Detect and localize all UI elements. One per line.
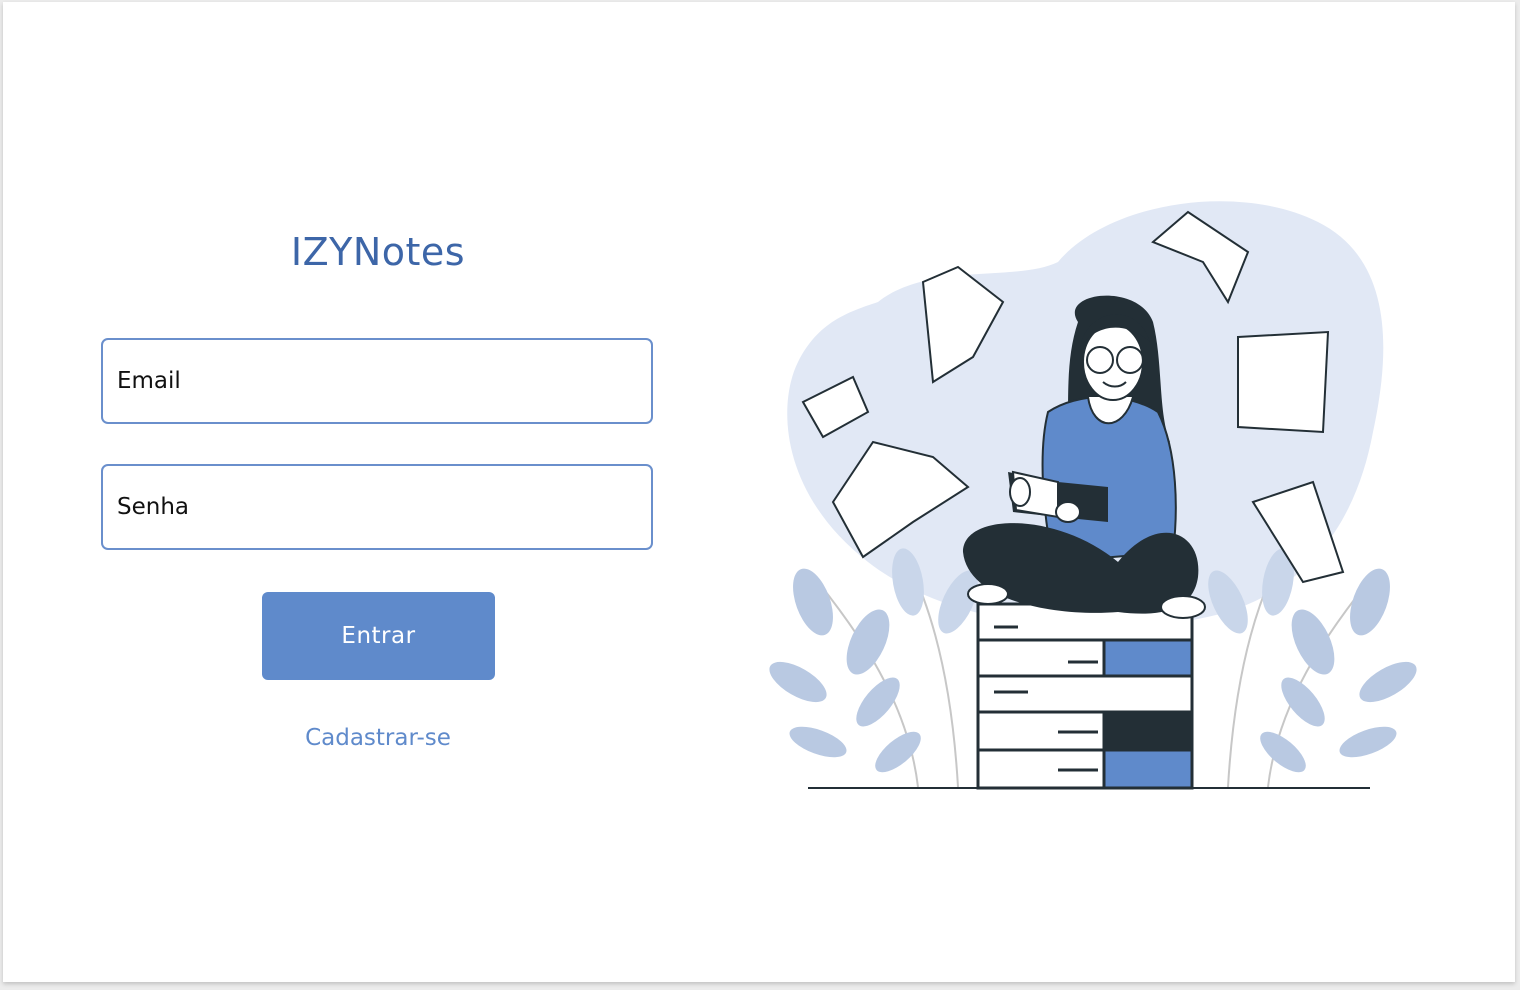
password-field[interactable] [101,464,653,550]
book-stack-icon [976,602,1194,790]
email-field[interactable] [101,338,653,424]
signup-link[interactable]: Cadastrar-se [101,725,655,751]
password-input[interactable] [103,466,651,548]
reading-woman-illustration [769,201,1417,790]
app-title: IZYNotes [290,230,466,274]
login-button[interactable]: Entrar [262,592,495,680]
login-card: IZYNotes Entrar Cadastrar-se [3,2,1515,982]
email-input[interactable] [103,340,651,422]
